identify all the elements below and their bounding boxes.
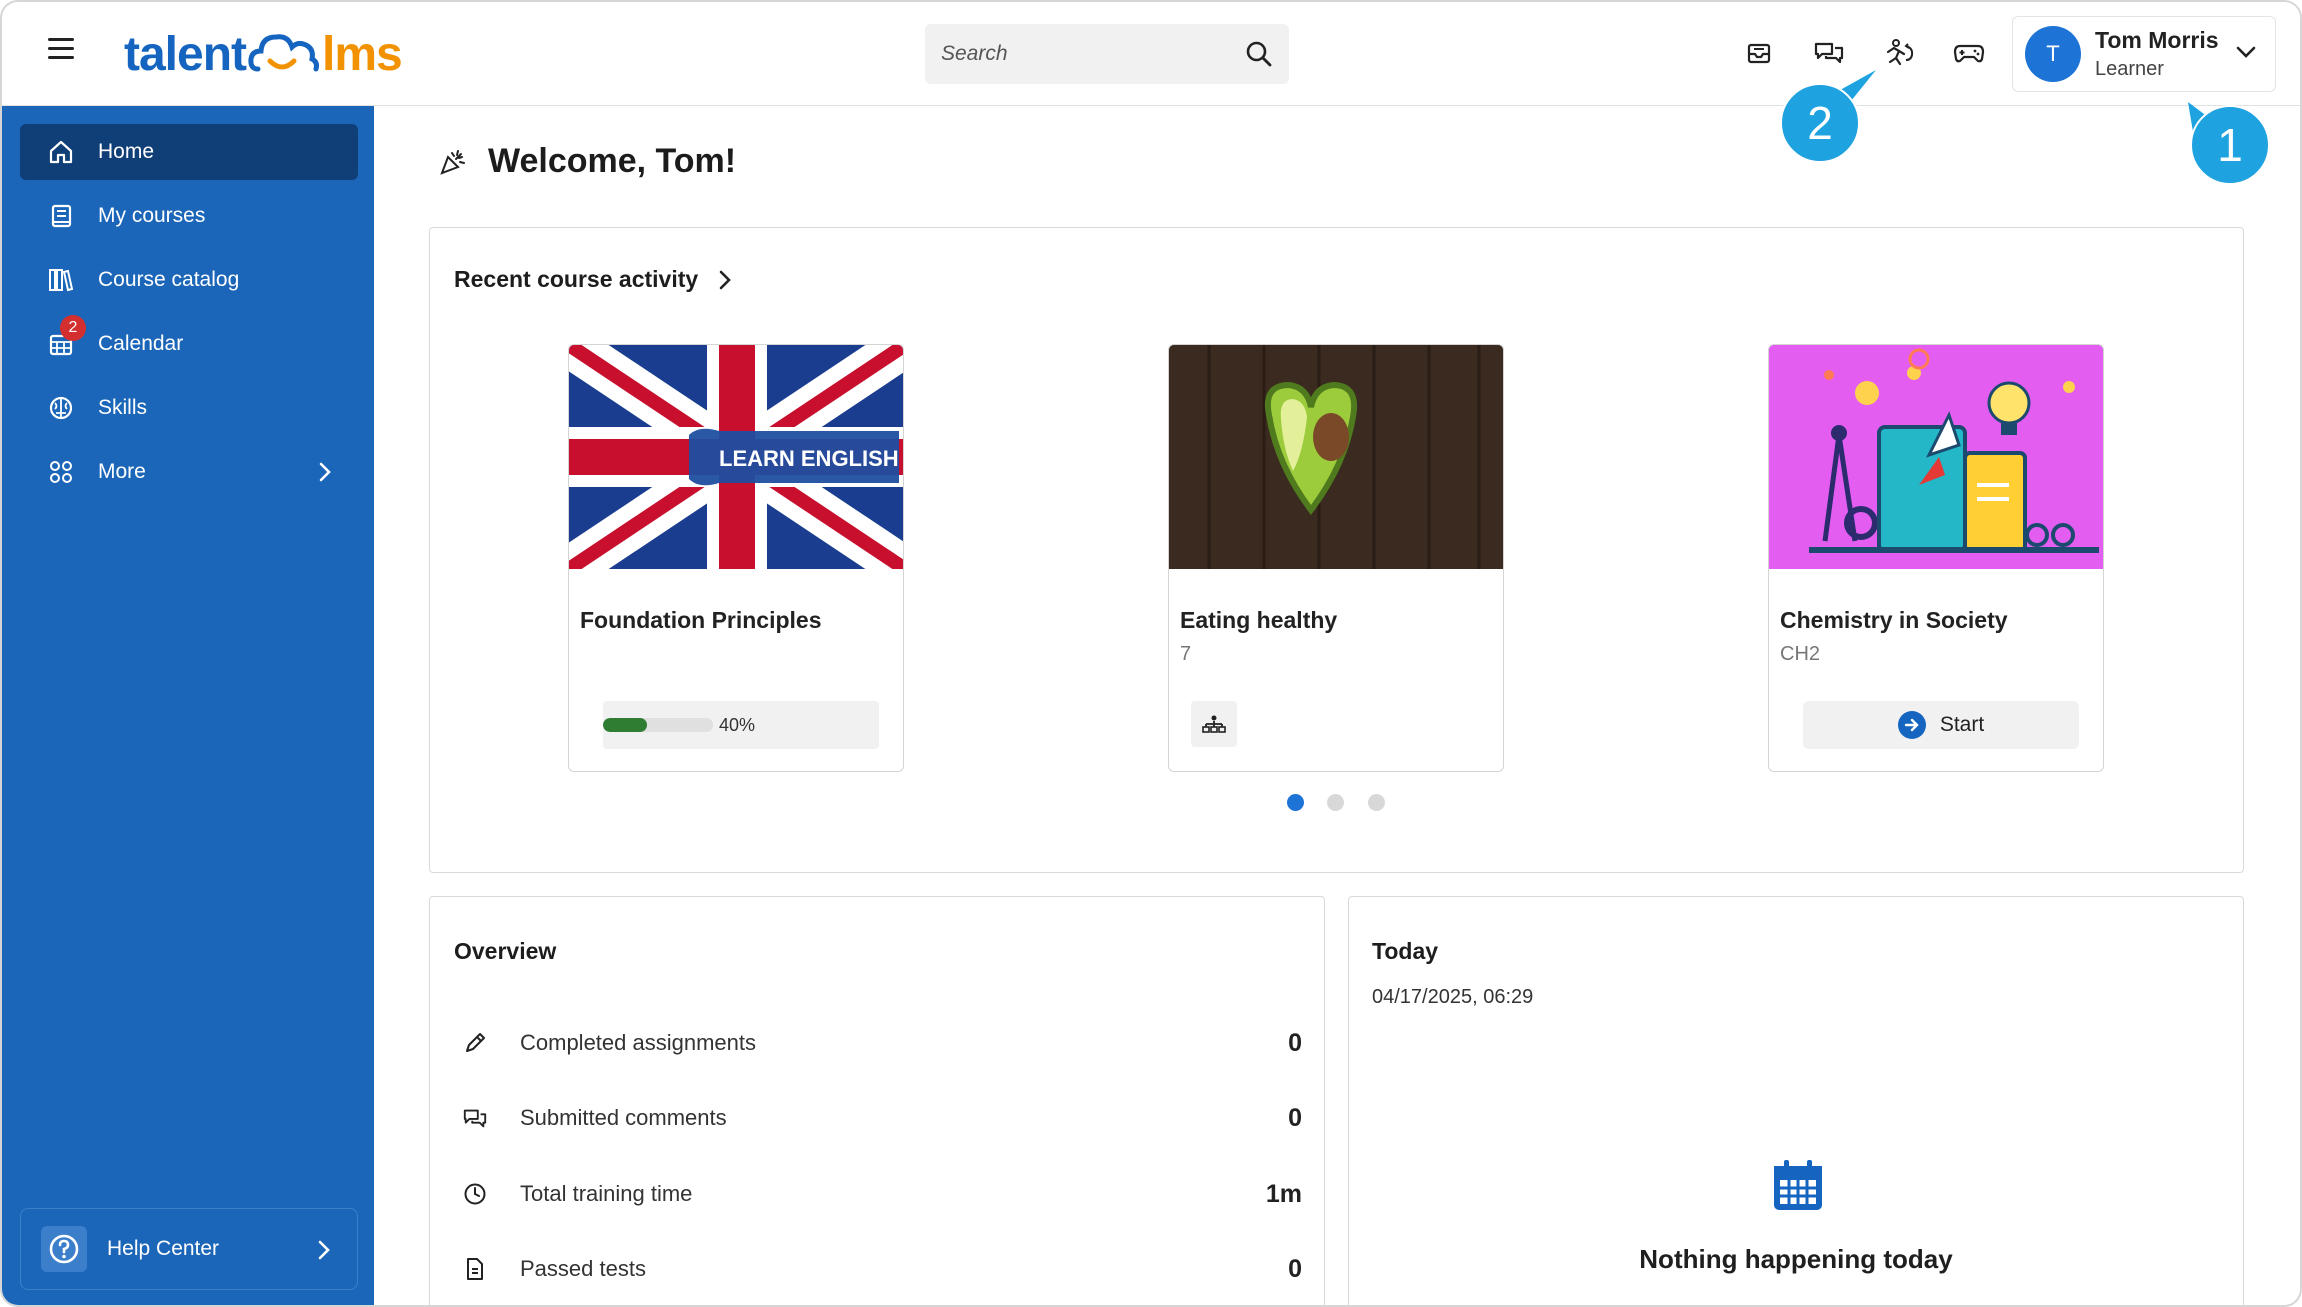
document-icon	[462, 1257, 488, 1281]
comments-icon	[462, 1106, 488, 1130]
top-header: talent lms T	[2, 2, 2300, 106]
course-card-chemistry-in-society[interactable]: Chemistry in Society CH2 Start	[1768, 344, 2104, 772]
course-title: Eating healthy	[1180, 607, 1338, 633]
inbox-icon[interactable]	[1740, 34, 1778, 72]
course-structure-button[interactable]	[1191, 701, 1237, 747]
today-title: Today	[1372, 938, 1439, 964]
menu-icon[interactable]	[48, 38, 74, 68]
sidebar-item-calendar[interactable]: 2 Calendar	[20, 315, 358, 372]
user-menu[interactable]: T Tom Morris Learner	[2012, 16, 2276, 92]
hierarchy-icon	[1202, 715, 1226, 733]
user-role: Learner	[2095, 58, 2164, 80]
chevron-right-icon	[719, 270, 732, 289]
empty-state-text: Nothing happening today	[1639, 1244, 1953, 1274]
overview-value: 0	[1288, 1254, 1302, 1283]
talentlms-logo[interactable]: talent lms	[124, 24, 403, 84]
carousel-dot-1[interactable]	[1287, 794, 1304, 811]
callout-badge-2: 2	[1780, 83, 1860, 163]
brain-icon	[46, 393, 76, 423]
overview-row-assignments: Completed assignments 0	[462, 1023, 1302, 1063]
course-card-eating-healthy[interactable]: Eating healthy 7	[1168, 344, 1504, 772]
course-title: Chemistry in Society	[1780, 607, 2008, 633]
sidebar-item-label: More	[98, 460, 146, 483]
welcome-banner: Welcome, Tom!	[438, 142, 736, 181]
avocado-heart-image	[1169, 345, 1503, 569]
user-name: Tom Morris	[2095, 27, 2219, 53]
start-label: Start	[1939, 713, 1985, 736]
calendar-icon: 2	[46, 315, 86, 359]
sidebar-item-course-catalog[interactable]: Course catalog	[20, 252, 358, 308]
overview-value: 0	[1288, 1028, 1302, 1057]
course-thumbnail: LEARN ENGLISH	[569, 345, 903, 569]
gamification-runner-icon[interactable]	[1880, 34, 1918, 72]
search-box[interactable]	[925, 24, 1289, 84]
section-title: Recent course activity	[454, 266, 699, 292]
notification-badge: 2	[60, 315, 86, 341]
progress-fill	[603, 718, 647, 732]
sidebar-item-label: My courses	[98, 204, 206, 227]
course-card-foundation-principles[interactable]: LEARN ENGLISH Foundation Principles 40%	[568, 344, 904, 772]
course-thumbnail	[1769, 345, 2103, 569]
overview-row-passed-tests: Passed tests 0	[462, 1249, 1302, 1289]
sidebar-item-label: Skills	[98, 396, 148, 419]
logo-text-lms: lms	[322, 27, 403, 81]
clock-icon	[462, 1182, 488, 1206]
sidebar-item-label: Course catalog	[98, 268, 240, 291]
callout-badge-1: 1	[2190, 105, 2270, 185]
help-center-button[interactable]: Help Center	[20, 1208, 358, 1290]
union-jack-image: LEARN ENGLISH	[569, 345, 903, 569]
party-popper-icon	[440, 149, 465, 175]
today-datetime: 04/17/2025, 06:29	[1372, 986, 1534, 1008]
home-icon	[46, 137, 76, 167]
chevron-right-icon	[319, 462, 331, 482]
overview-value: 1m	[1265, 1179, 1302, 1208]
overview-label: Submitted comments	[520, 1105, 727, 1130]
overview-row-training-time: Total training time 1m	[462, 1174, 1302, 1214]
sidebar-item-label: Home	[98, 140, 155, 163]
search-input[interactable]	[941, 42, 1245, 66]
course-title: Foundation Principles	[580, 607, 822, 633]
logo-text-talent: talent	[124, 27, 247, 81]
cloud-smile-icon	[248, 34, 320, 72]
progress-label: 40%	[719, 714, 756, 735]
sidebar-item-more[interactable]: More	[20, 444, 358, 500]
arrow-right-circle-icon	[1897, 711, 1926, 739]
gamepad-icon[interactable]	[1950, 34, 1988, 72]
sidebar-item-label: Calendar	[98, 332, 184, 355]
help-center-label: Help Center	[107, 1237, 220, 1260]
book-icon	[46, 201, 76, 231]
sidebar-item-skills[interactable]: Skills	[20, 380, 358, 436]
page-title: Welcome, Tom!	[488, 142, 737, 180]
start-course-button[interactable]: Start	[1803, 701, 2079, 749]
library-icon	[46, 265, 76, 295]
overview-label: Completed assignments	[520, 1030, 757, 1055]
sidebar-item-my-courses[interactable]: My courses	[20, 188, 358, 244]
course-progress: 40%	[603, 701, 879, 749]
progress-bar	[603, 718, 713, 732]
chevron-down-icon[interactable]	[2235, 45, 2257, 59]
course-code: CH2	[1780, 643, 1821, 665]
search-icon[interactable]	[1245, 40, 1273, 68]
help-icon	[41, 1226, 87, 1272]
sidebar: Home My courses Course catalog 2 Calenda…	[2, 106, 374, 1305]
thumbnail-text: LEARN ENGLISH	[719, 446, 899, 471]
sidebar-item-home[interactable]: Home	[20, 124, 358, 180]
pencil-icon	[462, 1031, 488, 1055]
avatar: T	[2025, 26, 2081, 82]
overview-value: 0	[1288, 1103, 1302, 1132]
course-code: 7	[1180, 643, 1192, 665]
carousel-dot-3[interactable]	[1368, 794, 1385, 811]
course-thumbnail	[1169, 345, 1503, 569]
overview-title: Overview	[454, 938, 557, 964]
overview-row-comments: Submitted comments 0	[462, 1098, 1302, 1138]
science-books-image	[1769, 345, 2103, 569]
calendar-icon	[1772, 1158, 1824, 1217]
carousel-dot-2[interactable]	[1327, 794, 1344, 811]
app-window: talent lms T	[0, 0, 2302, 1307]
recent-activity-link[interactable]: Recent course activity	[454, 266, 732, 293]
grid-icon	[46, 457, 76, 487]
overview-label: Total training time	[520, 1181, 693, 1206]
overview-label: Passed tests	[520, 1256, 646, 1281]
chevron-right-icon	[318, 1240, 330, 1260]
